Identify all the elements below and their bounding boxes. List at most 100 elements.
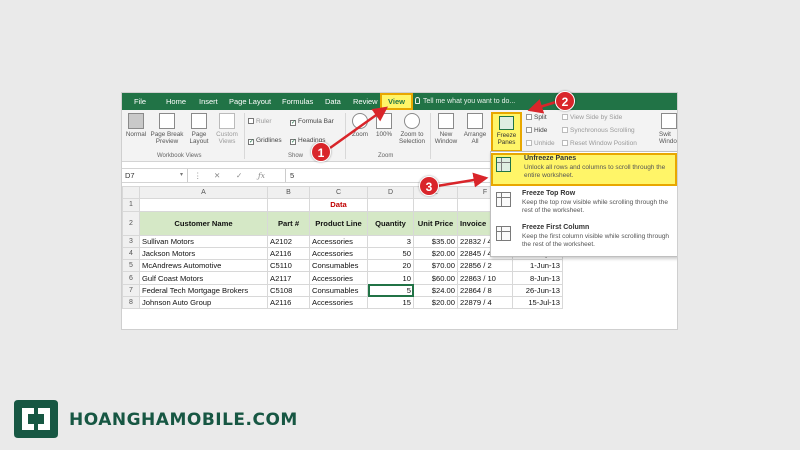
cell[interactable] xyxy=(413,198,458,212)
switch-windows-button[interactable]: Swit Windo xyxy=(659,113,677,145)
page-break-preview-button[interactable]: Page Break Preview xyxy=(150,113,184,145)
cell[interactable] xyxy=(367,198,414,212)
cell[interactable]: 3 xyxy=(367,234,414,248)
cell[interactable]: 5 xyxy=(367,283,414,298)
cell[interactable]: Sullivan Motors xyxy=(139,234,268,248)
tab-file[interactable]: File xyxy=(134,93,146,110)
normal-view-button[interactable]: Normal xyxy=(123,113,149,138)
cell[interactable]: Consumables xyxy=(309,283,368,298)
header-cell[interactable]: Part # xyxy=(267,210,310,236)
checkmark-icon: ✓ xyxy=(290,120,297,126)
row-header[interactable]: 4 xyxy=(122,246,140,261)
reset-window-position-button[interactable]: Reset Window Position xyxy=(562,140,637,147)
cell[interactable]: 1-Jun-13 xyxy=(512,259,563,273)
cell[interactable]: Accessories xyxy=(309,271,368,285)
tell-me-search[interactable]: Tell me what you want to do... xyxy=(415,93,515,110)
cell[interactable] xyxy=(267,198,310,212)
custom-views-button[interactable]: Custom Views xyxy=(213,113,241,145)
cell[interactable]: 50 xyxy=(367,246,414,261)
synchronous-scrolling-button[interactable]: Synchronous Scrolling xyxy=(562,127,635,134)
name-box[interactable]: D7 ▾ xyxy=(122,169,188,182)
unhide-button[interactable]: Unhide xyxy=(526,140,555,147)
freeze-first-column-item[interactable]: Freeze First Column Keep the first colum… xyxy=(491,222,677,255)
freeze-panes-button[interactable]: Freeze Panes xyxy=(491,112,522,152)
cell[interactable]: $24.00 xyxy=(413,283,458,298)
cell[interactable]: Federal Tech Mortgage Brokers xyxy=(139,283,268,298)
cell[interactable]: 22864 / 8 xyxy=(457,283,513,298)
cell[interactable]: Accessories xyxy=(309,246,368,261)
cell[interactable]: 15 xyxy=(367,296,414,310)
row-header[interactable]: 6 xyxy=(122,271,140,285)
insert-function-icon[interactable]: ƒx xyxy=(258,169,265,182)
cell[interactable]: A2116 xyxy=(267,246,310,261)
view-side-by-side-button[interactable]: View Side by Side xyxy=(562,114,622,121)
hide-button[interactable]: Hide xyxy=(526,127,547,134)
row-header[interactable]: 5 xyxy=(122,259,140,273)
cell[interactable]: $70.00 xyxy=(413,259,458,273)
cell[interactable]: 10 xyxy=(367,271,414,285)
tab-review[interactable]: Review xyxy=(353,93,378,110)
cell[interactable]: $20.00 xyxy=(413,296,458,310)
tab-view[interactable]: View xyxy=(380,93,413,110)
zoom-to-selection-button[interactable]: Zoom to Selection xyxy=(396,113,428,145)
ruler-checkbox[interactable]: Ruler xyxy=(248,118,272,125)
header-cell[interactable]: Customer Name xyxy=(139,210,268,236)
data-title-cell[interactable]: Data xyxy=(309,198,368,212)
tab-formulas[interactable]: Formulas xyxy=(282,93,313,110)
row-header[interactable]: 2 xyxy=(122,210,140,236)
zoom-button[interactable]: Zoom xyxy=(348,113,372,138)
cell[interactable]: 15-Jul-13 xyxy=(512,296,563,310)
page-layout-view-button[interactable]: Page Layout xyxy=(186,113,212,145)
select-all-corner[interactable] xyxy=(122,185,140,200)
formula-bar-checkbox[interactable]: ✓ Formula Bar xyxy=(290,118,334,126)
cell[interactable]: $60.00 xyxy=(413,271,458,285)
cell[interactable]: Gulf Coast Motors xyxy=(139,271,268,285)
cell[interactable]: 8-Jun-13 xyxy=(512,271,563,285)
dropdown-arrow-icon[interactable]: ▾ xyxy=(180,169,183,182)
unfreeze-panes-item[interactable]: Unfreeze Panes Unlock all rows and colum… xyxy=(491,153,677,186)
arrange-all-button[interactable]: Arrange All xyxy=(461,113,489,145)
cell[interactable]: A2117 xyxy=(267,271,310,285)
cell[interactable]: C5110 xyxy=(267,259,310,273)
tab-page-layout[interactable]: Page Layout xyxy=(229,93,271,110)
split-button[interactable]: Split xyxy=(526,114,547,121)
cell[interactable]: McAndrews Automotive xyxy=(139,259,268,273)
cell[interactable]: A2116 xyxy=(267,296,310,310)
row-header[interactable]: 8 xyxy=(122,296,140,310)
cancel-icon[interactable]: ✕ xyxy=(214,169,220,182)
formula-input[interactable]: 5 xyxy=(285,169,294,182)
tab-insert[interactable]: Insert xyxy=(199,93,218,110)
cell[interactable]: 22863 / 10 xyxy=(457,271,513,285)
cell[interactable]: Johnson Auto Group xyxy=(139,296,268,310)
cell[interactable]: Accessories xyxy=(309,296,368,310)
cell[interactable]: C5108 xyxy=(267,283,310,298)
row-header[interactable]: 3 xyxy=(122,234,140,248)
tab-home[interactable]: Home xyxy=(166,93,186,110)
enter-check-icon[interactable]: ✓ xyxy=(236,169,242,182)
cell[interactable]: 26-Jun-13 xyxy=(512,283,563,298)
row-header[interactable]: 7 xyxy=(122,283,140,298)
cell[interactable]: 20 xyxy=(367,259,414,273)
cell[interactable]: Consumables xyxy=(309,259,368,273)
tab-data[interactable]: Data xyxy=(325,93,341,110)
cell[interactable]: $20.00 xyxy=(413,246,458,261)
gridlines-checkbox[interactable]: ✓ Gridlines xyxy=(248,137,282,145)
column-header[interactable]: D xyxy=(367,185,414,200)
freeze-top-row-item[interactable]: Freeze Top Row Keep the top row visible … xyxy=(491,188,677,221)
cell[interactable]: $35.00 xyxy=(413,234,458,248)
zoom-100-button[interactable]: 100% xyxy=(373,113,395,138)
column-header[interactable]: B xyxy=(267,185,310,200)
cell[interactable]: Accessories xyxy=(309,234,368,248)
cell[interactable]: Jackson Motors xyxy=(139,246,268,261)
header-cell[interactable]: Quantity xyxy=(367,210,414,236)
cell[interactable]: 22879 / 4 xyxy=(457,296,513,310)
row-header[interactable]: 1 xyxy=(122,198,140,212)
new-window-button[interactable]: New Window xyxy=(432,113,460,145)
cell[interactable]: A2102 xyxy=(267,234,310,248)
column-header[interactable]: C xyxy=(309,185,368,200)
cell[interactable] xyxy=(139,198,268,212)
header-cell[interactable]: Product Line xyxy=(309,210,368,236)
header-cell[interactable]: Unit Price xyxy=(413,210,458,236)
column-header[interactable]: A xyxy=(139,185,268,200)
cell[interactable]: 22856 / 2 xyxy=(457,259,513,273)
